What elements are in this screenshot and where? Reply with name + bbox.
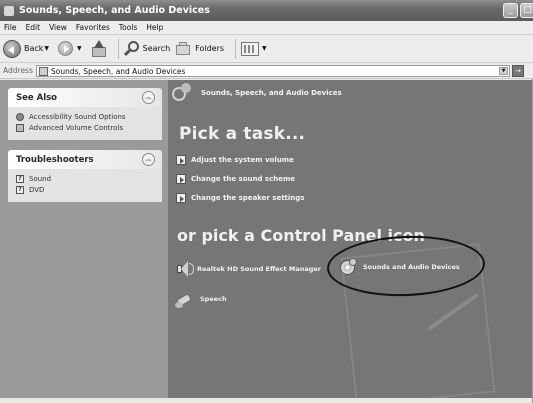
chevron-down-icon[interactable]: ▼ <box>77 45 82 52</box>
toolbar-separator <box>235 38 237 59</box>
see-also-link-volume[interactable]: Advanced Volume Controls <box>16 123 156 133</box>
back-button[interactable]: Back ▼ <box>3 39 52 58</box>
task-pane: See Also ︽ Accessibility Sound Options A… <box>0 80 168 398</box>
task-change-sound-scheme[interactable]: Change the sound scheme <box>176 174 295 184</box>
cp-item-label: Speech <box>200 295 227 303</box>
help-icon: ? <box>16 186 24 194</box>
cp-item-label: Realtek HD Sound Effect Manager <box>197 265 322 273</box>
control-panel-icon <box>39 66 48 76</box>
task-arrow-icon <box>176 174 186 184</box>
see-also-body: Accessibility Sound Options Advanced Vol… <box>8 107 162 140</box>
speech-icon <box>175 290 195 308</box>
folders-label: Folders <box>195 44 225 53</box>
window-icon <box>4 5 14 16</box>
forward-button[interactable]: ▼ <box>58 41 85 56</box>
menu-edit[interactable]: Edit <box>26 23 41 32</box>
realtek-sound-manager-item[interactable]: Realtek HD Sound Effect Manager <box>175 260 321 278</box>
toolbar-separator <box>117 38 119 59</box>
back-arrow-icon <box>3 39 21 58</box>
collapse-icon[interactable]: ︽ <box>142 91 155 104</box>
speaker-icon <box>175 260 194 278</box>
folders-button[interactable]: Folders <box>176 42 224 55</box>
link-label: DVD <box>29 186 45 194</box>
troubleshooters-panel: Troubleshooters ︽ ? Sound ? DVD <box>8 150 162 202</box>
collapse-icon[interactable]: ︽ <box>142 153 155 166</box>
minimize-button[interactable]: _ <box>503 3 518 18</box>
task-label: Change the speaker settings <box>191 194 305 202</box>
address-field[interactable]: Sounds, Speech, and Audio Devices ▼ <box>36 65 510 77</box>
see-also-link-accessibility[interactable]: Accessibility Sound Options <box>16 112 156 122</box>
link-label: Advanced Volume Controls <box>29 124 124 132</box>
chevron-down-icon[interactable]: ▼ <box>262 45 267 52</box>
window-title: Sounds, Speech, and Audio Devices <box>19 5 210 16</box>
see-also-header[interactable]: See Also ︽ <box>8 88 162 107</box>
views-button[interactable]: ▼ <box>241 41 270 56</box>
forward-arrow-icon <box>58 41 74 56</box>
task-label: Adjust the system volume <box>191 156 294 164</box>
menu-bar: File Edit View Favorites Tools Help <box>0 21 533 35</box>
sounds-audio-devices-item[interactable]: Sounds and Audio Devices <box>340 258 460 276</box>
pick-icon-heading: or pick a Control Panel icon <box>177 226 425 245</box>
menu-tools[interactable]: Tools <box>119 23 137 32</box>
chevron-down-icon[interactable]: ▼ <box>499 67 508 75</box>
see-also-panel: See Also ︽ Accessibility Sound Options A… <box>8 88 162 140</box>
search-icon <box>123 40 140 57</box>
task-change-speaker-settings[interactable]: Change the speaker settings <box>176 193 304 203</box>
window-controls: _ □ <box>503 3 533 18</box>
pick-task-heading: Pick a task... <box>179 124 306 144</box>
main-content: Sounds, Speech, and Audio Devices Pick a… <box>168 80 532 398</box>
menu-view[interactable]: View <box>49 23 67 32</box>
sounds-audio-devices-icon <box>340 258 358 276</box>
search-label: Search <box>142 44 171 53</box>
troubleshooters-body: ? Sound ? DVD <box>8 169 162 202</box>
explorer-window: Sounds, Speech, and Audio Devices _ □ Fi… <box>0 0 533 403</box>
address-label: Address <box>3 66 33 75</box>
up-folder-icon[interactable] <box>91 39 107 58</box>
sounds-category-icon <box>172 83 196 103</box>
task-label: Change the sound scheme <box>191 175 296 183</box>
title-bar: Sounds, Speech, and Audio Devices _ □ <box>0 0 533 21</box>
see-also-title: See Also <box>16 92 58 103</box>
address-value: Sounds, Speech, and Audio Devices <box>51 66 186 76</box>
search-button[interactable]: Search <box>123 40 171 57</box>
go-button[interactable]: → <box>512 65 524 77</box>
task-adjust-volume[interactable]: Adjust the system volume <box>176 155 294 165</box>
toolbar: Back ▼ ▼ Search Folders ▼ <box>0 35 533 63</box>
address-bar: Address Sounds, Speech, and Audio Device… <box>0 63 533 79</box>
chevron-down-icon[interactable]: ▼ <box>44 45 49 52</box>
link-label: Sound <box>29 175 52 183</box>
menu-file[interactable]: File <box>4 23 17 32</box>
volume-control-icon <box>16 124 24 132</box>
troubleshooter-link-sound[interactable]: ? Sound <box>16 174 156 184</box>
troubleshooters-header[interactable]: Troubleshooters ︽ <box>8 150 162 169</box>
help-icon: ? <box>16 175 24 183</box>
menu-help[interactable]: Help <box>146 23 163 32</box>
views-icon <box>241 41 260 56</box>
cp-item-label: Sounds and Audio Devices <box>363 263 460 271</box>
troubleshooters-title: Troubleshooters <box>16 154 94 165</box>
link-label: Accessibility Sound Options <box>29 113 126 121</box>
troubleshooter-link-dvd[interactable]: ? DVD <box>16 185 156 195</box>
maximize-button[interactable]: □ <box>520 3 533 18</box>
category-title: Sounds, Speech, and Audio Devices <box>201 89 342 97</box>
menu-favorites[interactable]: Favorites <box>76 23 110 32</box>
speech-item[interactable]: Speech <box>175 290 227 308</box>
category-header: Sounds, Speech, and Audio Devices <box>172 83 342 103</box>
task-arrow-icon <box>176 155 186 165</box>
back-label: Back <box>24 44 44 53</box>
accessibility-icon <box>16 113 24 121</box>
task-arrow-icon <box>176 193 186 203</box>
folders-icon <box>176 42 192 55</box>
